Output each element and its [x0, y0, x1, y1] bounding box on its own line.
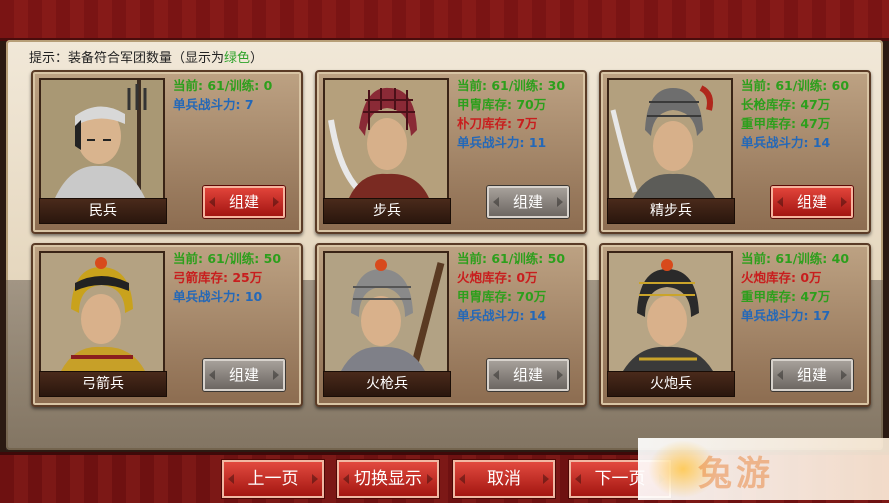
- unit-card-musketeer: 火枪兵 当前: 61/训练: 50 火炮库存: 0万 甲胄库存: 70万 单兵战…: [315, 243, 587, 407]
- stat-line: 单兵战斗力: 10: [173, 289, 263, 304]
- form-unit-button[interactable]: 组建: [487, 186, 569, 218]
- unit-name: 火枪兵: [323, 371, 451, 397]
- arrow-left-icon: [228, 474, 234, 484]
- arrow-left-icon: [493, 197, 499, 207]
- arrow-left-icon: [343, 474, 349, 484]
- stat-line: 火炮库存: 0万: [457, 270, 538, 285]
- stat-line: 重甲库存: 47万: [741, 289, 831, 304]
- unit-portrait: [39, 78, 165, 200]
- stat-line: 当前: 61/训练: 40: [741, 251, 850, 266]
- stat-line: 单兵战斗力: 11: [457, 135, 547, 150]
- stat-line: 单兵战斗力: 17: [741, 308, 831, 323]
- unit-stats: 当前: 61/训练: 0 单兵战斗力: 7: [173, 76, 272, 114]
- unit-stats: 当前: 61/训练: 50 弓箭库存: 25万 单兵战斗力: 10: [173, 249, 281, 306]
- unit-portrait: [323, 78, 449, 200]
- toggle-display-button[interactable]: 切换显示: [337, 460, 439, 498]
- unit-card-artillery: 火炮兵 当前: 61/训练: 40 火炮库存: 0万 重甲库存: 47万 单兵战…: [599, 243, 871, 407]
- stat-line: 当前: 61/训练: 50: [173, 251, 282, 266]
- arrow-right-icon: [543, 474, 549, 484]
- stat-line: 单兵战斗力: 14: [457, 308, 547, 323]
- stat-line: 重甲库存: 47万: [741, 116, 831, 131]
- arrow-right-icon: [312, 474, 318, 484]
- unit-name: 弓箭兵: [39, 371, 167, 397]
- unit-name: 火炮兵: [607, 371, 735, 397]
- unit-card-archer: 弓箭兵 当前: 61/训练: 50 弓箭库存: 25万 单兵战斗力: 10 组建: [31, 243, 303, 407]
- arrow-right-icon: [557, 370, 563, 380]
- unit-portrait: [607, 78, 733, 200]
- stat-line: 当前: 61/训练: 30: [457, 78, 566, 93]
- arrow-left-icon: [459, 474, 465, 484]
- top-banner: [0, 0, 889, 41]
- form-unit-button[interactable]: 组建: [203, 359, 285, 391]
- arrow-right-icon: [841, 197, 847, 207]
- stat-line: 甲胄库存: 70万: [457, 289, 547, 304]
- unit-portrait: [323, 251, 449, 373]
- cancel-button[interactable]: 取消: [453, 460, 555, 498]
- hint-green-word: 绿色: [224, 51, 251, 66]
- stat-line: 甲胄库存: 70万: [457, 97, 547, 112]
- form-unit-button[interactable]: 组建: [487, 359, 569, 391]
- unit-stats: 当前: 61/训练: 50 火炮库存: 0万 甲胄库存: 70万 单兵战斗力: …: [457, 249, 565, 325]
- form-unit-button[interactable]: 组建: [771, 186, 853, 218]
- arrow-left-icon: [209, 197, 215, 207]
- unit-name: 民兵: [39, 198, 167, 224]
- arrow-right-icon: [273, 370, 279, 380]
- arrow-left-icon: [209, 370, 215, 380]
- form-unit-button[interactable]: 组建: [771, 359, 853, 391]
- unit-card-elite-infantry: 精步兵 当前: 61/训练: 60 长枪库存: 47万 重甲库存: 47万 单兵…: [599, 70, 871, 234]
- arrow-right-icon: [557, 197, 563, 207]
- stat-line: 单兵战斗力: 7: [173, 97, 254, 112]
- watermark-logo: 兔游: [638, 438, 889, 500]
- arrow-left-icon: [777, 197, 783, 207]
- unit-portrait: [39, 251, 165, 373]
- prev-page-button[interactable]: 上一页: [222, 460, 324, 498]
- arrow-left-icon: [493, 370, 499, 380]
- unit-card-militia: 民兵 当前: 61/训练: 0 单兵战斗力: 7 组建: [31, 70, 303, 234]
- stat-line: 当前: 61/训练: 0: [173, 78, 273, 93]
- stat-line: 弓箭库存: 25万: [173, 270, 263, 285]
- watermark-text: 兔游: [698, 454, 774, 494]
- stat-line: 火炮库存: 0万: [741, 270, 822, 285]
- stat-line: 当前: 61/训练: 50: [457, 251, 566, 266]
- unit-stats: 当前: 61/训练: 30 甲胄库存: 70万 朴刀库存: 7万 单兵战斗力: …: [457, 76, 565, 152]
- arrow-left-icon: [575, 474, 581, 484]
- stat-line: 朴刀库存: 7万: [457, 116, 538, 131]
- unit-stats: 当前: 61/训练: 40 火炮库存: 0万 重甲库存: 47万 单兵战斗力: …: [741, 249, 849, 325]
- unit-card-infantry: 步兵 当前: 61/训练: 30 甲胄库存: 70万 朴刀库存: 7万 单兵战斗…: [315, 70, 587, 234]
- unit-stats: 当前: 61/训练: 60 长枪库存: 47万 重甲库存: 47万 单兵战斗力:…: [741, 76, 849, 152]
- stat-line: 长枪库存: 47万: [741, 97, 831, 112]
- unit-name: 精步兵: [607, 198, 735, 224]
- arrow-left-icon: [777, 370, 783, 380]
- stat-line: 单兵战斗力: 14: [741, 135, 831, 150]
- unit-portrait: [607, 251, 733, 373]
- form-unit-button[interactable]: 组建: [203, 186, 285, 218]
- arrow-right-icon: [841, 370, 847, 380]
- arrow-right-icon: [427, 474, 433, 484]
- arrow-right-icon: [273, 197, 279, 207]
- unit-name: 步兵: [323, 198, 451, 224]
- hint-text: 提示：装备符合军团数量（显示为绿色）: [29, 51, 264, 66]
- stat-line: 当前: 61/训练: 60: [741, 78, 850, 93]
